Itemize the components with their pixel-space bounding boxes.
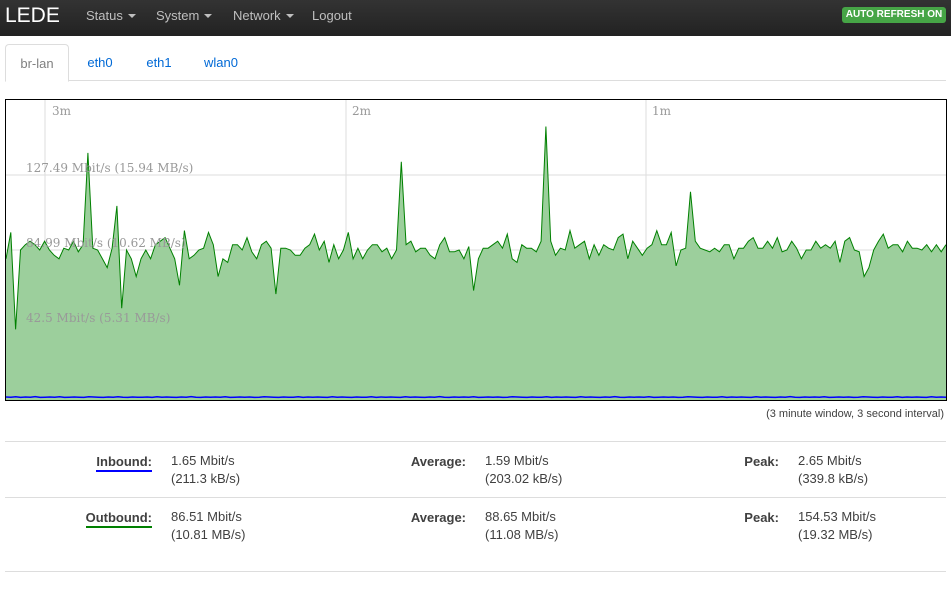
inbound-line [6,395,946,399]
inbound-current-bytes: (211.3 kB/s) [171,471,241,486]
outbound-peak-bytes: (19.32 MB/s) [798,527,873,542]
outbound-average-label: Average: [410,510,466,525]
chevron-down-icon [285,14,294,18]
time-label-3m: 3m [52,104,72,118]
auto-refresh-badge[interactable]: AUTO REFRESH ON [842,7,946,23]
rate-label-low: 42.5 Mbit/s (5.31 MB/s) [26,311,170,325]
outbound-current-rate: 86.51 Mbit/s [171,509,242,524]
inbound-legend: Inbound: [96,454,152,472]
outbound-legend: Outbound: [85,510,152,528]
menu-logout-label: Logout [312,8,352,23]
chevron-down-icon [204,14,213,18]
outbound-peak-rate: 154.53 Mbit/s [798,509,877,524]
inbound-label: Inbound: [60,454,152,472]
bandwidth-graph-svg: 3m 2m 1m 127.49 Mbit/s (15.94 MB/s) 84.9… [6,100,946,400]
inbound-peak-bytes: (339.8 kB/s) [798,471,869,486]
inbound-peak-rate: 2.65 Mbit/s [798,453,862,468]
menu-network[interactable]: Network [233,0,294,36]
inbound-average-label: Average: [410,454,466,469]
chevron-down-icon [127,14,136,18]
menu-status-label: Status [86,8,123,23]
tab-eth1[interactable]: eth1 [135,44,183,81]
outbound-peak-label: Peak: [744,510,779,525]
menu-system[interactable]: System [156,0,213,36]
time-label-2m: 2m [352,104,372,118]
outbound-average: 88.65 Mbit/s (11.08 MB/s) [485,508,558,544]
graph-window-note: (3 minute window, 3 second interval) [766,408,944,420]
menu-status[interactable]: Status [86,0,136,36]
tab-wlan0[interactable]: wlan0 [195,44,247,81]
inbound-peak-label: Peak: [744,454,779,469]
divider [5,571,946,572]
top-navbar: LEDE Status System Network Logout AUTO R… [0,0,951,36]
inbound-peak: 2.65 Mbit/s (339.8 kB/s) [798,452,868,488]
brand-logo[interactable]: LEDE [5,2,60,30]
inbound-current-rate: 1.65 Mbit/s [171,453,235,468]
tab-eth0[interactable]: eth0 [77,44,123,81]
rate-label-mid: 84.99 Mbit/s (10.62 MB/s) [26,236,186,250]
rate-label-high: 127.49 Mbit/s (15.94 MB/s) [26,161,193,175]
outbound-current: 86.51 Mbit/s (10.81 MB/s) [171,508,245,544]
outbound-average-rate: 88.65 Mbit/s [485,509,556,524]
divider [5,441,946,442]
inbound-current: 1.65 Mbit/s (211.3 kB/s) [171,452,240,488]
menu-system-label: System [156,8,200,23]
outbound-average-bytes: (11.08 MB/s) [485,527,559,542]
outbound-current-bytes: (10.81 MB/s) [171,527,246,542]
divider [5,497,946,498]
menu-logout[interactable]: Logout [312,0,352,36]
time-label-1m: 1m [652,104,672,118]
bandwidth-graph: 3m 2m 1m 127.49 Mbit/s (15.94 MB/s) 84.9… [5,99,947,401]
tab-br-lan[interactable]: br-lan [5,44,69,82]
inbound-average-rate: 1.59 Mbit/s [485,453,549,468]
inbound-average: 1.59 Mbit/s (203.02 kB/s) [485,452,562,488]
interface-tabs: br-lan eth0 eth1 wlan0 [5,44,946,82]
menu-network-label: Network [233,8,281,23]
inbound-average-bytes: (203.02 kB/s) [485,471,563,486]
outbound-label: Outbound: [60,510,152,528]
outbound-peak: 154.53 Mbit/s (19.32 MB/s) [798,508,876,544]
